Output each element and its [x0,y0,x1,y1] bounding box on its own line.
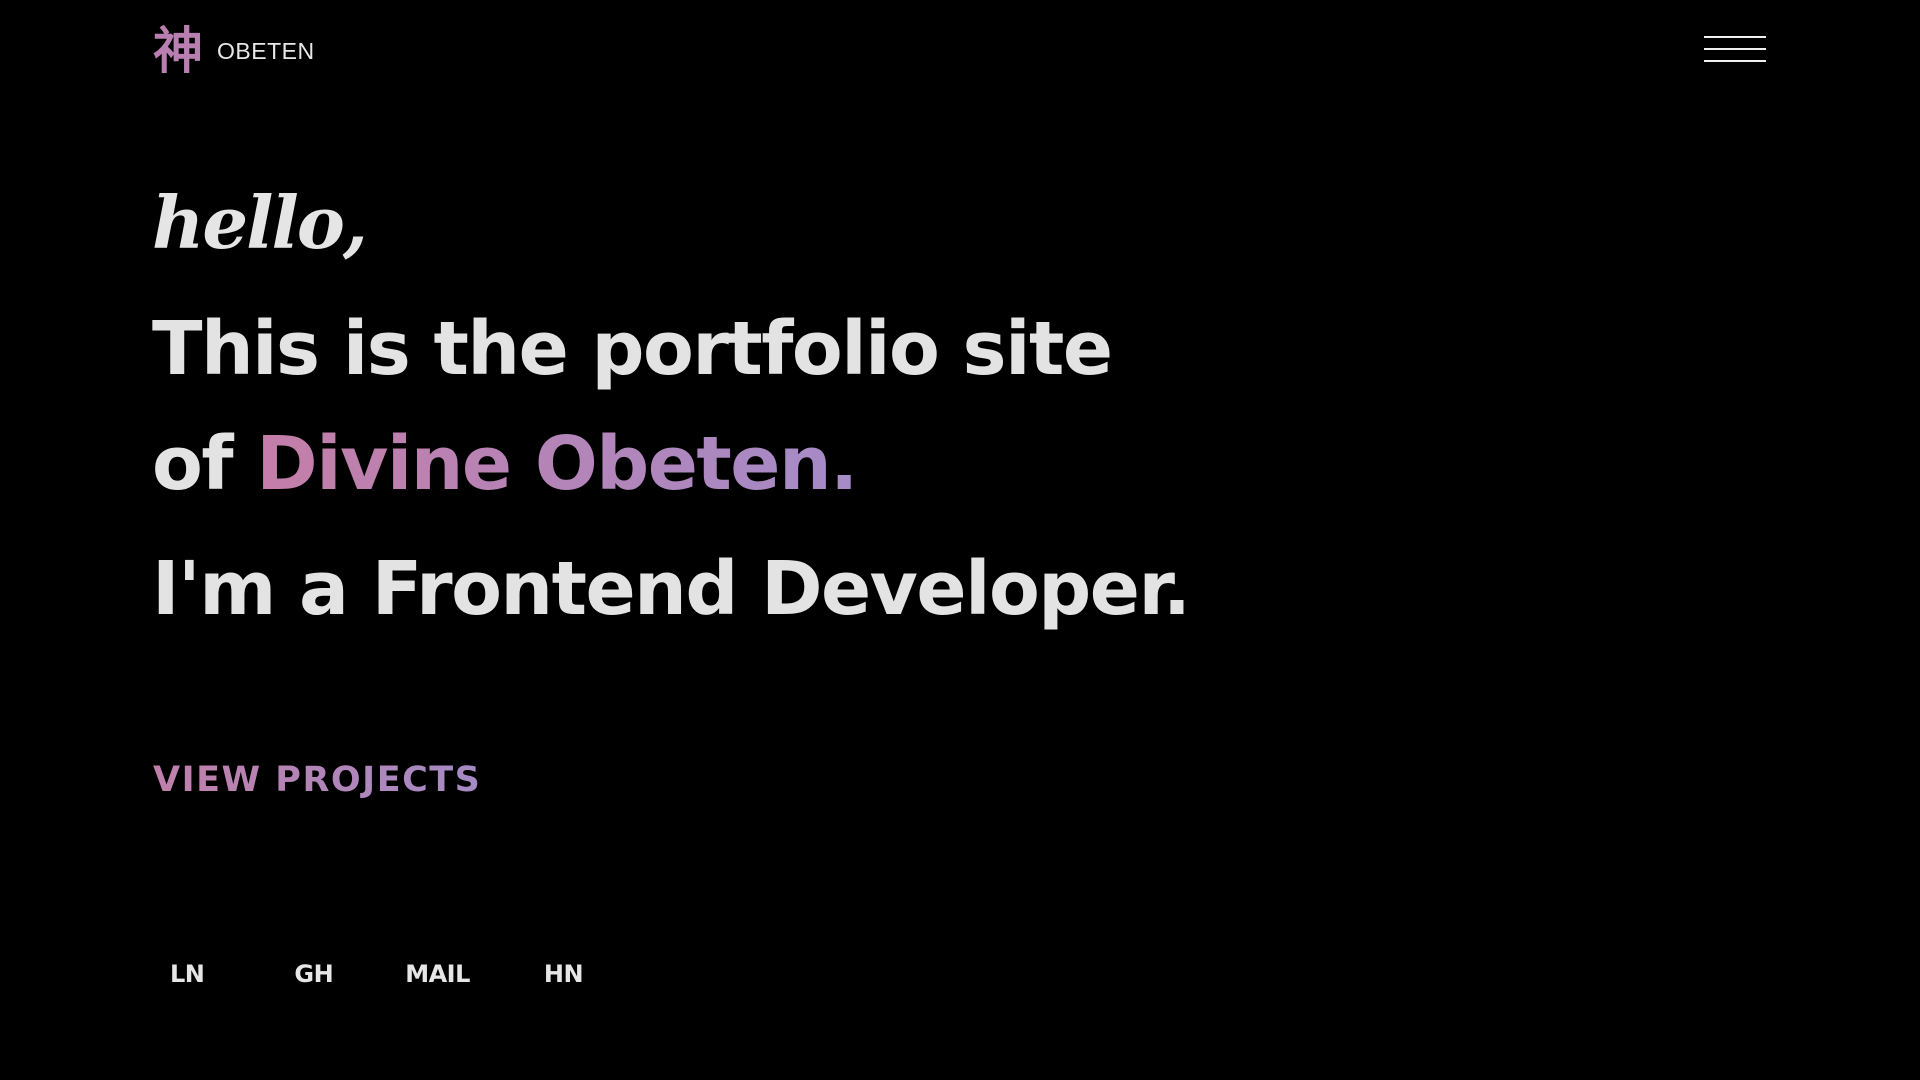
view-projects-link[interactable]: VIEW PROJECTS [153,760,481,800]
social-link-hashnode[interactable]: HN [544,960,584,988]
role-line: I'm a Frontend Developer. [152,546,1191,632]
headline-line-2: of Divine Obeten. [152,427,858,501]
menu-line-bottom [1704,60,1766,62]
menu-button[interactable] [1700,32,1766,68]
social-links: LN GH MAIL HN [170,960,584,988]
headline-line-1: This is the portfolio site [152,306,1113,392]
greeting-text: hello, [152,180,368,265]
portfolio-page: 神 OBETEN hello, This is the portfolio si… [0,0,1920,1080]
social-link-github[interactable]: GH [294,960,333,988]
site-logo[interactable]: 神 OBETEN [153,24,315,78]
headline-prefix: of [152,421,257,507]
menu-line-middle [1704,48,1766,50]
logo-text: OBETEN [217,37,315,64]
menu-line-top [1704,36,1766,38]
logo-kanji-icon: 神 [153,22,203,80]
social-link-linkedin[interactable]: LN [170,960,205,988]
social-link-mail[interactable]: MAIL [405,960,470,988]
author-name: Divine Obeten. [256,421,858,507]
